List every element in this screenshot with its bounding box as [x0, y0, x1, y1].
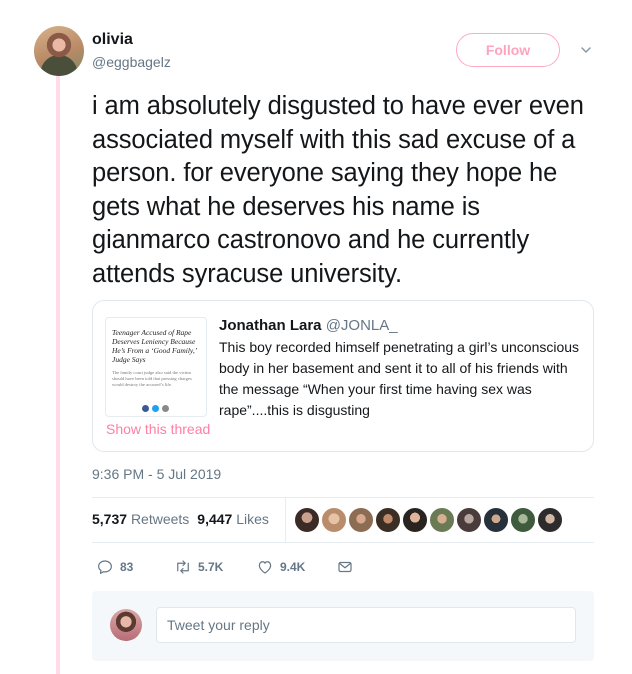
- quoted-tweet-thumbnail[interactable]: Teenager Accused of Rape Deserves Lenien…: [105, 317, 207, 417]
- reply-action[interactable]: 83: [96, 557, 133, 577]
- quoted-tweet-text: This boy recorded himself penetrating a …: [219, 339, 580, 418]
- reply-composer: Tweet your reply: [92, 591, 594, 661]
- liker-avatar[interactable]: [294, 507, 320, 533]
- direct-message-action[interactable]: [336, 557, 360, 577]
- author-avatar[interactable]: [34, 26, 84, 76]
- tweet-timestamp[interactable]: 9:36 PM - 5 Jul 2019: [92, 466, 221, 482]
- thumbnail-headline: Teenager Accused of Rape Deserves Lenien…: [112, 328, 197, 364]
- thread-line: [56, 76, 60, 674]
- quoted-tweet-card[interactable]: Teenager Accused of Rape Deserves Lenien…: [92, 300, 594, 452]
- chevron-down-icon[interactable]: [580, 44, 592, 56]
- quoted-author-name: Jonathan Lara: [219, 317, 322, 334]
- tweet-text: i am absolutely disgusted to have ever e…: [92, 92, 584, 288]
- liker-avatar[interactable]: [537, 507, 563, 533]
- liker-avatar[interactable]: [483, 507, 509, 533]
- retweets-stat[interactable]: 5,737 Retweets: [92, 511, 189, 527]
- divider: [92, 497, 594, 498]
- heart-icon: [258, 561, 272, 574]
- liker-avatar[interactable]: [402, 507, 428, 533]
- quoted-tweet-author: Jonathan Lara @JONLA_: [219, 317, 398, 334]
- author-name[interactable]: olivia: [92, 31, 133, 49]
- thumbnail-body: The family court judge also said the vic…: [112, 370, 192, 387]
- share-dot-icon: [152, 405, 159, 412]
- reply-icon: [98, 560, 112, 574]
- envelope-icon: [338, 561, 352, 573]
- likes-count: 9,447: [197, 511, 233, 527]
- liker-avatar[interactable]: [510, 507, 536, 533]
- liker-avatar[interactable]: [456, 507, 482, 533]
- tweet-stats: 5,737 Retweets 9,447 Likes: [92, 511, 269, 527]
- liker-avatar[interactable]: [429, 507, 455, 533]
- reply-count: 83: [120, 560, 134, 574]
- retweet-icon: [177, 560, 189, 574]
- liker-avatar[interactable]: [348, 507, 374, 533]
- share-dot-icon: [162, 405, 169, 412]
- retweet-count: 5.7K: [198, 560, 224, 574]
- tweet-actions: 83 5.7K 9.4K: [92, 557, 372, 577]
- user-avatar: [110, 609, 142, 641]
- share-dot-icon: [142, 405, 149, 412]
- retweets-count: 5,737: [92, 511, 128, 527]
- stats-divider: [285, 498, 286, 542]
- quoted-author-handle: @JONLA_: [325, 317, 398, 334]
- like-action[interactable]: 9.4K: [256, 557, 305, 577]
- show-thread-link[interactable]: Show this thread: [106, 421, 210, 437]
- liker-avatar[interactable]: [321, 507, 347, 533]
- likes-label: Likes: [236, 511, 269, 527]
- reply-input[interactable]: Tweet your reply: [156, 607, 576, 643]
- divider: [92, 542, 594, 543]
- likes-stat[interactable]: 9,447 Likes: [197, 511, 269, 527]
- liker-avatar[interactable]: [375, 507, 401, 533]
- author-handle[interactable]: @eggbagelz: [92, 54, 171, 70]
- follow-button[interactable]: Follow: [456, 33, 560, 67]
- retweets-label: Retweets: [130, 511, 190, 527]
- like-count: 9.4K: [280, 560, 306, 574]
- retweet-action[interactable]: 5.7K: [174, 557, 223, 577]
